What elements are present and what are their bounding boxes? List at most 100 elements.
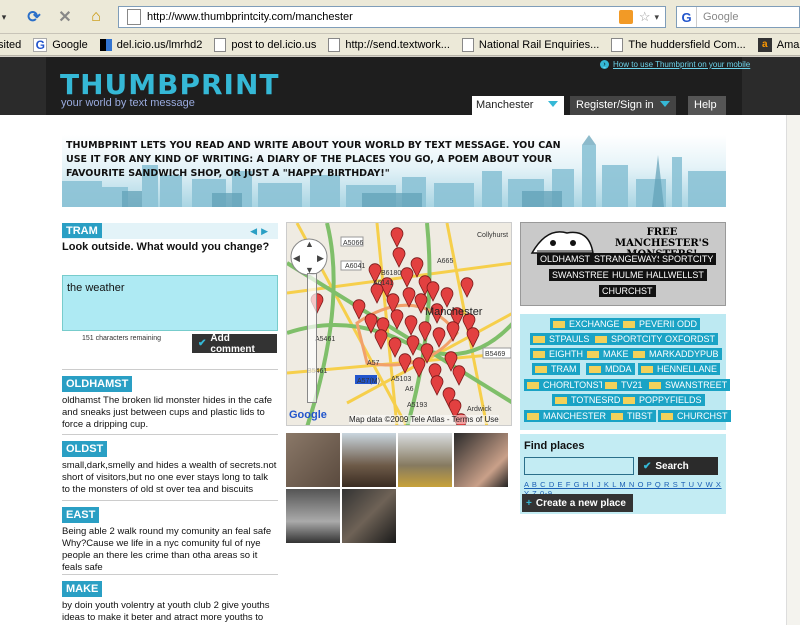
- mobile-help-link-text[interactable]: How to use Thumbprint on your mobile: [613, 60, 750, 69]
- place-tag[interactable]: TV21: [602, 379, 646, 391]
- bookmark-label[interactable]: Amazon.co.uk: low pr...: [777, 39, 800, 51]
- place-tag[interactable]: CHURCHST: [658, 410, 731, 422]
- map-pin-icon[interactable]: [466, 327, 480, 348]
- map-pin-icon[interactable]: [460, 277, 474, 298]
- history-dropdown-icon[interactable]: ▾: [0, 7, 8, 27]
- bookmark-label[interactable]: National Rail Enquiries...: [479, 39, 599, 51]
- url-text[interactable]: http://www.thumbprintcity.com/manchester: [147, 11, 619, 23]
- monster-tag[interactable]: HALLWELLST: [643, 269, 707, 281]
- place-tag[interactable]: PEVERIL: [620, 318, 681, 330]
- monster-tag[interactable]: CHURCHST: [599, 285, 656, 297]
- monster-tag[interactable]: STRANGEWAYS: [591, 253, 667, 265]
- pan-left-icon[interactable]: ◀: [293, 253, 300, 263]
- register-signin-button[interactable]: Register/Sign in: [570, 96, 676, 115]
- add-comment-button[interactable]: ✔ Add comment: [192, 333, 277, 355]
- place-tag[interactable]: MDDA: [586, 363, 635, 375]
- place-tag[interactable]: OXFORDST: [662, 333, 719, 345]
- bookmark-item[interactable]: post to del.icio.us: [214, 37, 316, 52]
- bookmark-item[interactable]: National Rail Enquiries...: [461, 37, 599, 52]
- photo-thumbnail[interactable]: [342, 433, 396, 487]
- arrow-right-icon[interactable]: ▶: [261, 226, 272, 236]
- bookmark-item[interactable]: http://send.textwork...: [328, 37, 450, 52]
- home-icon[interactable]: ⌂: [86, 7, 106, 27]
- bookmark-label[interactable]: Google: [52, 39, 87, 51]
- arrow-left-icon[interactable]: ◀: [250, 226, 261, 236]
- map-terms-link[interactable]: Terms of Use: [452, 415, 499, 424]
- find-search-button[interactable]: ✔ Search: [638, 457, 718, 475]
- place-tag[interactable]: TIBST: [608, 410, 656, 422]
- create-place-button[interactable]: + Create a new place: [522, 494, 633, 512]
- monster-tag[interactable]: SPORTCITY: [659, 253, 717, 265]
- place-tag[interactable]: EIGHTH: [530, 348, 587, 360]
- bookmark-label[interactable]: The huddersfield Com...: [628, 39, 745, 51]
- map-pin-icon[interactable]: [404, 315, 418, 336]
- bookmark-item[interactable]: sited: [0, 39, 21, 51]
- monster-tag[interactable]: SWANSTREET: [549, 269, 618, 281]
- scrollbar[interactable]: [786, 115, 800, 625]
- map-pin-icon[interactable]: [430, 375, 444, 396]
- refresh-icon[interactable]: ⟳: [24, 7, 44, 27]
- map-pin-icon[interactable]: [352, 299, 366, 320]
- map-pin-icon[interactable]: [418, 321, 432, 342]
- rss-icon[interactable]: [618, 10, 633, 24]
- map-pin-icon[interactable]: [406, 335, 420, 356]
- bookmark-item[interactable]: G Google: [33, 37, 88, 52]
- google-icon[interactable]: G: [677, 7, 697, 27]
- map-pin-icon[interactable]: [392, 247, 406, 268]
- monsters-panel[interactable]: FREE MANCHESTER'S MONSTERS! OLDHAMST STR…: [520, 222, 726, 306]
- entry-tag[interactable]: EAST: [62, 507, 100, 523]
- place-tag[interactable]: CHORLTONST: [524, 379, 608, 391]
- place-tag[interactable]: TRAM: [532, 363, 580, 375]
- photo-thumbnail[interactable]: [286, 489, 340, 543]
- find-places-input[interactable]: [524, 457, 634, 475]
- monster-tag[interactable]: HULME: [609, 269, 647, 281]
- address-bar[interactable]: http://www.thumbprintcity.com/manchester…: [118, 6, 666, 28]
- entry-tag[interactable]: OLDHAMST: [62, 376, 133, 392]
- place-tag[interactable]: ODD: [674, 318, 700, 330]
- bookmark-label[interactable]: post to del.icio.us: [231, 39, 316, 51]
- monster-tag[interactable]: OLDHAMST: [537, 253, 594, 265]
- place-tag-tram[interactable]: TRAM: [62, 223, 102, 238]
- url-dropdown-icon[interactable]: ▾: [654, 12, 659, 23]
- bookmark-label[interactable]: del.icio.us/lmrhd2: [117, 39, 203, 51]
- place-tag[interactable]: MAKE: [584, 348, 632, 360]
- map-pin-icon[interactable]: [374, 329, 388, 350]
- map-pin-icon[interactable]: [390, 309, 404, 330]
- bookmark-item[interactable]: del.icio.us/lmrhd2: [99, 38, 203, 51]
- browser-search-box[interactable]: G Google: [676, 6, 800, 28]
- place-tag[interactable]: SPORTCITY: [592, 333, 666, 345]
- entry-tag[interactable]: MAKE: [62, 581, 103, 597]
- bookmark-item[interactable]: a Amazon.co.uk: low pr...: [757, 37, 800, 52]
- bookmark-label[interactable]: sited: [0, 39, 21, 51]
- place-tag[interactable]: EXCHANGE: [550, 318, 623, 330]
- mobile-help-link[interactable]: › How to use Thumbprint on your mobile: [600, 60, 750, 69]
- map-pin-icon[interactable]: [390, 227, 404, 248]
- pan-right-icon[interactable]: ▶: [317, 253, 324, 263]
- place-tag[interactable]: SWANSTREET: [646, 379, 731, 391]
- photo-thumbnail[interactable]: [342, 489, 396, 543]
- map-pin-icon[interactable]: [452, 365, 466, 386]
- map-zoom-slider[interactable]: [307, 273, 317, 403]
- place-tag[interactable]: STPAULS: [530, 333, 593, 345]
- map-pin-icon[interactable]: [440, 287, 454, 308]
- stop-icon[interactable]: ✕: [55, 7, 75, 27]
- bookmark-item[interactable]: The huddersfield Com...: [611, 37, 746, 52]
- map-pin-icon[interactable]: [446, 321, 460, 342]
- photo-thumbnail[interactable]: [286, 433, 340, 487]
- city-select[interactable]: Manchester: [472, 96, 564, 115]
- photo-thumbnail[interactable]: [454, 433, 508, 487]
- photo-thumbnail[interactable]: [398, 433, 452, 487]
- entry-tag[interactable]: OLDST: [62, 441, 108, 457]
- place-tag[interactable]: MANCHESTER: [524, 410, 610, 422]
- place-tag[interactable]: HENNELLANE: [638, 363, 721, 375]
- map-pin-icon[interactable]: [412, 357, 426, 378]
- place-tag[interactable]: TOTNESRD: [552, 394, 624, 406]
- place-map[interactable]: Collyhurst Manchester Ardwick A5066 A6041 A61…: [286, 222, 512, 426]
- bookmark-label[interactable]: http://send.textwork...: [345, 39, 450, 51]
- place-tag[interactable]: POPPYFIELDS: [620, 394, 705, 406]
- place-tag[interactable]: MARKADDYPUB: [630, 348, 722, 360]
- map-pin-icon[interactable]: [432, 327, 446, 348]
- bookmark-star-icon[interactable]: ☆: [639, 9, 651, 25]
- comment-input[interactable]: the weather: [62, 275, 278, 331]
- map-pin-icon[interactable]: [400, 267, 414, 288]
